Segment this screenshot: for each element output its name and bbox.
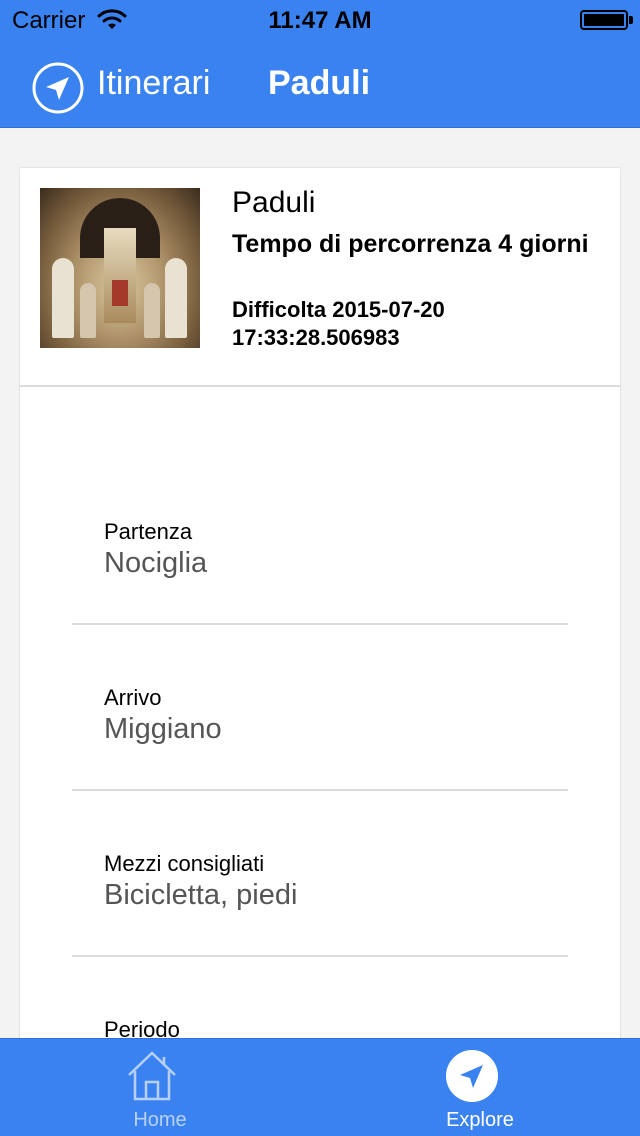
itinerary-title: Paduli [232,186,316,219]
field-label: Periodo [104,1017,180,1038]
itinerary-card-header: Paduli Tempo di percorrenza 4 giorni Dif… [20,168,620,387]
field-periodo: Periodo [72,957,568,1038]
field-mezzi-consigliati: Mezzi consigliati Bicicletta, piedi [72,791,568,957]
itinerary-duration: Tempo di percorrenza 4 giorni [232,230,589,258]
tab-bar: Home Explore [0,1038,640,1136]
status-bar: Carrier 11:47 AM [0,0,640,40]
tab-explore[interactable]: Explore [320,1039,640,1136]
itinerary-difficulty: Difficolta 2015-07-20 17:33:28.506983 [232,297,445,350]
house-icon [128,1051,176,1101]
tab-explore-label: Explore [446,1109,514,1131]
field-label: Partenza [104,519,193,544]
field-value: Nociglia [104,547,208,579]
itinerary-card: Paduli Tempo di percorrenza 4 giorni Dif… [20,168,620,1038]
battery-nub [629,16,633,24]
field-label: Arrivo [104,685,162,710]
battery-icon [580,10,628,30]
navigation-arrow-icon[interactable] [32,62,84,114]
page-title: Paduli [268,64,371,102]
status-time: 11:47 AM [268,7,372,34]
itinerary-detail-scroll[interactable]: Paduli Tempo di percorrenza 4 giorni Dif… [0,128,640,1038]
navigation-bar: Itinerari Paduli [0,40,640,128]
back-button[interactable]: Itinerari [97,64,210,103]
tab-home-label: Home [133,1109,187,1131]
field-value: Bicicletta, piedi [104,879,298,911]
field-partenza: Partenza Nociglia [72,459,568,625]
navigation-arrow-icon [446,1050,498,1102]
field-value: Miggiano [104,713,222,745]
field-label: Mezzi consigliati [104,851,265,876]
church-interior-thumbnail [40,188,200,348]
tab-home[interactable]: Home [0,1039,320,1136]
field-arrivo: Arrivo Miggiano [72,625,568,791]
